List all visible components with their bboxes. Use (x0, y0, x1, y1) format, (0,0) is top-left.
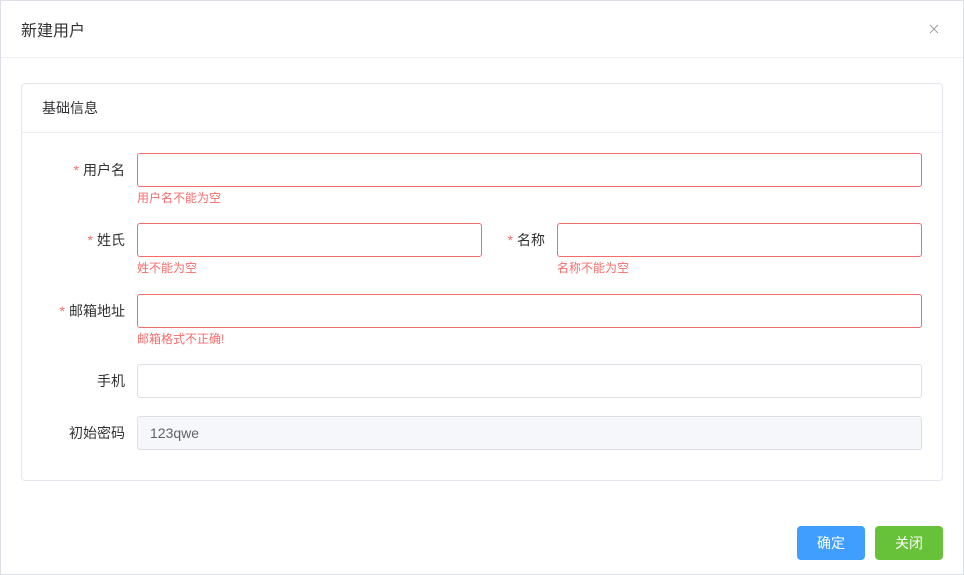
username-error: 用户名不能为空 (137, 191, 922, 205)
close-icon[interactable] (925, 20, 943, 38)
email-input[interactable] (137, 294, 922, 328)
email-error: 邮箱格式不正确! (137, 332, 922, 346)
phone-label: 手机 (42, 364, 137, 398)
close-button[interactable]: 关闭 (875, 526, 943, 560)
form-row-phone: 手机 (42, 364, 922, 398)
form-row-username: 用户名 用户名不能为空 (42, 153, 922, 205)
firstname-label: 名称 (482, 223, 557, 257)
firstname-input[interactable] (557, 223, 922, 257)
dialog-body: 基础信息 用户名 用户名不能为空 姓氏 姓不能为空 (1, 58, 963, 501)
dialog-footer: 确定 关闭 (1, 512, 963, 574)
phone-input[interactable] (137, 364, 922, 398)
basic-info-card: 基础信息 用户名 用户名不能为空 姓氏 姓不能为空 (21, 83, 943, 481)
password-input (137, 416, 922, 450)
firstname-error: 名称不能为空 (557, 261, 922, 275)
lastname-label: 姓氏 (42, 223, 137, 257)
password-label: 初始密码 (42, 416, 137, 450)
dialog-header: 新建用户 (1, 1, 963, 58)
form-row-name: 姓氏 姓不能为空 名称 名称不能为空 (42, 223, 922, 275)
card-body: 用户名 用户名不能为空 姓氏 姓不能为空 名称 (22, 133, 942, 480)
username-input[interactable] (137, 153, 922, 187)
card-header: 基础信息 (22, 84, 942, 133)
dialog-title: 新建用户 (21, 17, 85, 41)
form-row-email: 邮箱地址 邮箱格式不正确! (42, 294, 922, 346)
lastname-error: 姓不能为空 (137, 261, 482, 275)
confirm-button[interactable]: 确定 (797, 526, 865, 560)
email-label: 邮箱地址 (42, 294, 137, 328)
username-label: 用户名 (42, 153, 137, 187)
lastname-input[interactable] (137, 223, 482, 257)
form-row-password: 初始密码 (42, 416, 922, 450)
